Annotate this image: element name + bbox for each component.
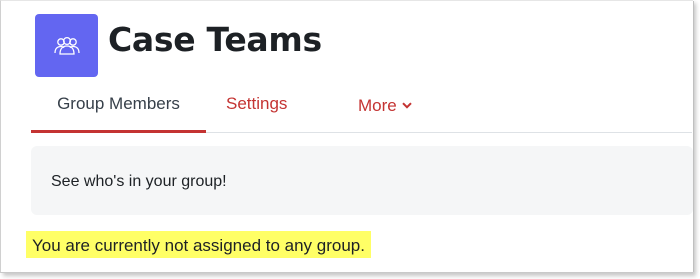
info-text: See who's in your group! <box>51 173 227 190</box>
group-icon <box>35 14 98 77</box>
tab-group-members[interactable]: Group Members <box>31 86 206 133</box>
chevron-down-icon <box>402 86 412 122</box>
tab-more-label: More <box>358 96 397 115</box>
not-assigned-notice: You are currently not assigned to any gr… <box>26 231 371 258</box>
tab-settings[interactable]: Settings <box>226 86 287 132</box>
info-box: See who's in your group! <box>31 146 693 215</box>
page-title: Case Teams <box>108 20 322 59</box>
group-icon-glyph <box>53 36 80 55</box>
secondary-navigation: Group Members Settings More <box>31 86 692 133</box>
tab-more[interactable]: More <box>358 86 412 132</box>
